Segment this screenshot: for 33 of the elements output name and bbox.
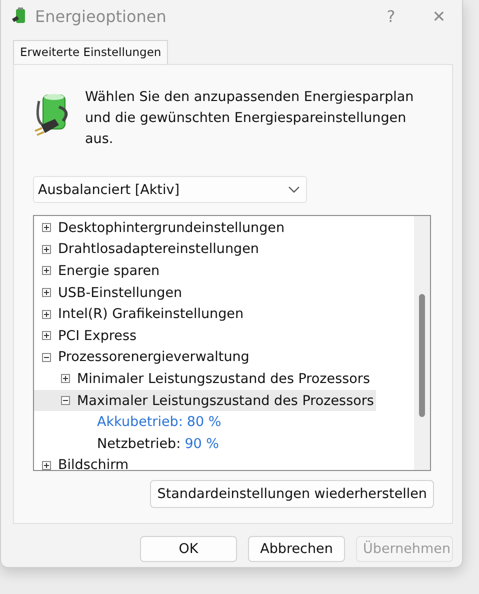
- window-title: Energieoptionen: [35, 6, 168, 26]
- expand-icon[interactable]: [42, 244, 51, 254]
- tree-item[interactable]: PCI Express: [34, 324, 139, 347]
- expand-icon[interactable]: [42, 288, 51, 298]
- expand-icon[interactable]: [42, 223, 51, 232]
- tree-item[interactable]: Drahtlosadaptereinstellungen: [34, 238, 261, 260]
- dialog-button[interactable]: Abbrechen: [248, 536, 345, 562]
- expand-icon[interactable]: [42, 310, 51, 319]
- tab[interactable]: Erweiterte Einstellungen: [13, 40, 168, 64]
- tree-item[interactable]: Maximaler Leistungszustand des Prozessors: [34, 390, 376, 412]
- setting-value-link[interactable]: 80 %: [186, 414, 222, 430]
- setting-value-link[interactable]: 90 %: [184, 436, 219, 452]
- instruction-text: Wählen Sie den anzupassenden Energiesparplan und die gewünschten Energiespareinstellungen aus.: [85, 88, 415, 149]
- restore-defaults-button[interactable]: Standardeinstellungen wiederherstellen: [150, 480, 434, 508]
- tree-item[interactable]: Desktophintergrundeinstellungen: [34, 217, 287, 239]
- dialog-button[interactable]: OK: [140, 536, 237, 562]
- setting-label: Akkubetrieb:: [97, 414, 183, 430]
- plan-dropdown[interactable]: Ausbalanciert [Aktiv]: [33, 176, 307, 203]
- expand-icon[interactable]: [61, 374, 70, 384]
- tree-item[interactable]: Minimaler Leistungszustand des Prozessors: [34, 368, 372, 390]
- collapse-icon[interactable]: [61, 396, 70, 406]
- tree-item[interactable]: Bildschirm: [34, 454, 131, 470]
- tree-item[interactable]: Energie sparen: [34, 260, 162, 282]
- chevron-down-icon: [288, 186, 300, 194]
- collapse-icon[interactable]: [42, 352, 51, 362]
- tree-item[interactable]: Prozessorenergieverwaltung: [34, 346, 252, 368]
- tree-item[interactable]: Intel(R) Grafikeinstellungen: [34, 303, 246, 325]
- expand-icon[interactable]: [42, 460, 51, 470]
- scrollbar[interactable]: [414, 216, 430, 470]
- tree-item[interactable]: USB-Einstellungen: [34, 282, 184, 304]
- expand-icon[interactable]: [42, 331, 51, 340]
- setting-label: Netzbetrieb:: [97, 436, 181, 452]
- expand-icon[interactable]: [42, 266, 51, 276]
